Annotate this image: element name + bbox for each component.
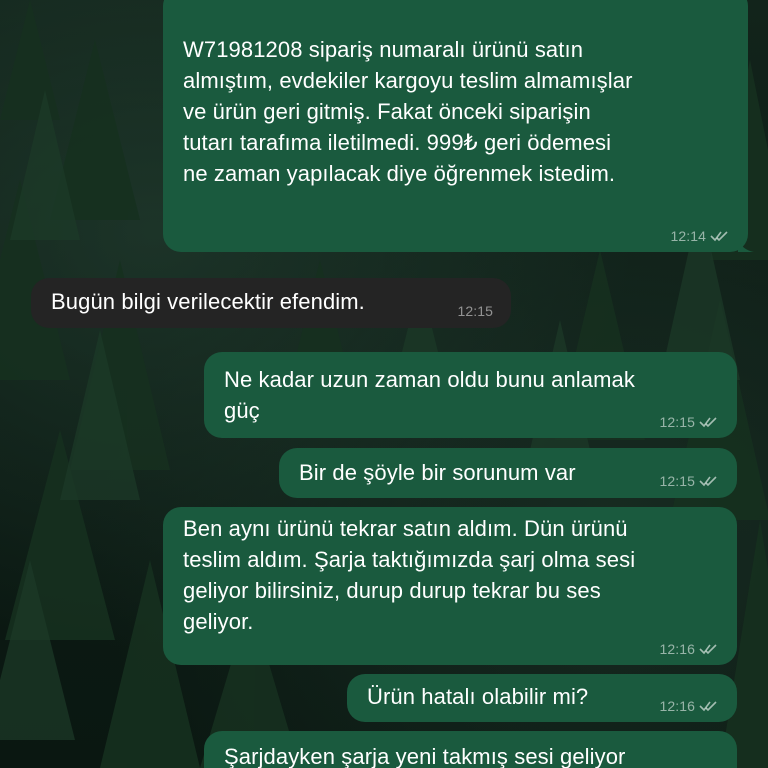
- message-meta: 12:15: [659, 414, 719, 430]
- read-ticks-icon: [699, 417, 717, 428]
- read-ticks-icon: [710, 231, 728, 242]
- message-bubble-outgoing[interactable]: Bir de şöyle bir sorunum var 12:15: [279, 448, 737, 498]
- message-meta: 12:14: [670, 228, 730, 244]
- message-bubble-outgoing[interactable]: Ne kadar uzun zaman oldu bunu anlamak gü…: [204, 352, 737, 438]
- message-time: 12:15: [659, 414, 695, 430]
- message-text: Ne kadar uzun zaman oldu bunu anlamak gü…: [224, 367, 635, 423]
- read-ticks-icon: [699, 644, 717, 655]
- message-text: Ben aynı ürünü tekrar satın aldım. Dün ü…: [183, 516, 636, 634]
- message-time: 12:15: [659, 473, 695, 489]
- message-time: 12:16: [659, 698, 695, 714]
- message-meta: 12:16: [659, 641, 719, 657]
- message-bubble-outgoing[interactable]: Ürün hatalı olabilir mi? 12:16: [347, 674, 737, 722]
- message-text: Bugün bilgi verilecektir efendim.: [51, 289, 365, 314]
- message-meta: 12:16: [659, 698, 719, 714]
- message-text: Bir de şöyle bir sorunum var: [299, 460, 576, 485]
- message-text: Şarjdayken şarja yeni takmış sesi geliyo…: [224, 744, 626, 768]
- bubble-tail: [738, 234, 754, 252]
- message-bubble-outgoing[interactable]: Ben aynı ürünü tekrar satın aldım. Dün ü…: [163, 507, 737, 665]
- message-bubble-outgoing[interactable]: Şarjdayken şarja yeni takmış sesi geliyo…: [204, 731, 737, 768]
- message-time: 12:14: [670, 228, 706, 244]
- message-time: 12:15: [457, 303, 493, 319]
- message-text: W71981208 sipariş numaralı ürünü satın a…: [183, 37, 633, 186]
- message-meta: 12:15: [457, 303, 493, 319]
- message-time: 12:16: [659, 641, 695, 657]
- chat-view[interactable]: W71981208 sipariş numaralı ürünü satın a…: [0, 0, 768, 768]
- read-ticks-icon: [699, 476, 717, 487]
- read-ticks-icon: [699, 701, 717, 712]
- message-bubble-outgoing[interactable]: W71981208 sipariş numaralı ürünü satın a…: [163, 0, 754, 252]
- message-meta: 12:15: [659, 473, 719, 489]
- message-bubble-incoming[interactable]: Bugün bilgi verilecektir efendim. 12:15: [31, 278, 511, 328]
